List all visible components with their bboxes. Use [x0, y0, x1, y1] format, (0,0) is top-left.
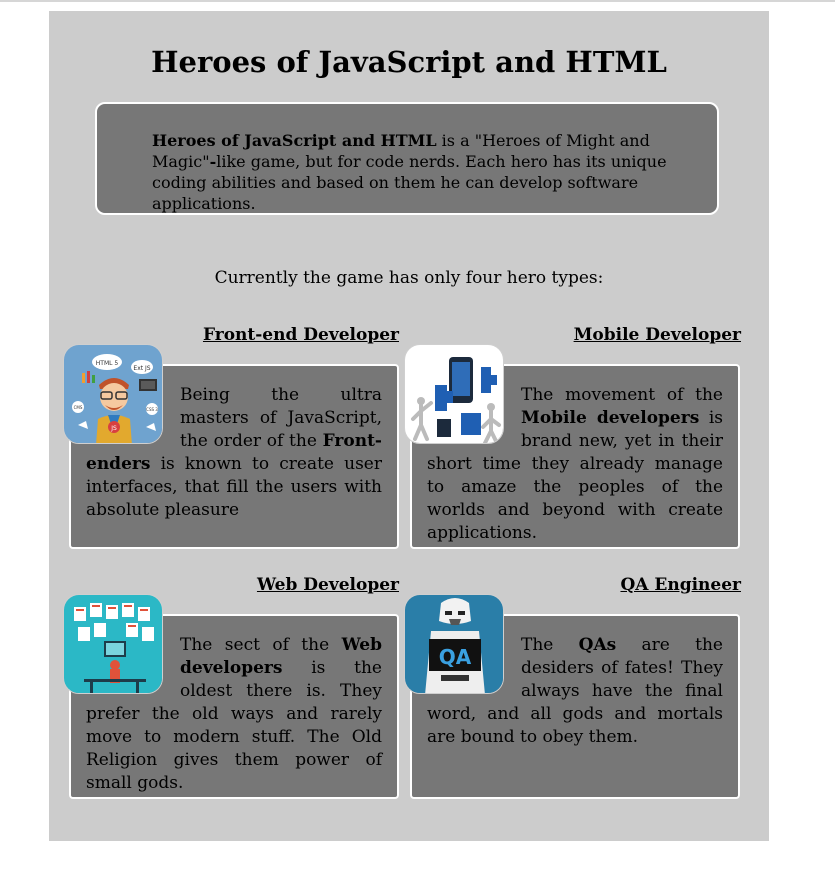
hero-heading-qa: QA Engineer: [620, 575, 741, 595]
hero-bold-qa: QAs: [578, 635, 617, 655]
hero-bold-mobile: Mobile developers: [521, 408, 700, 428]
intro-text: Heroes of JavaScript and HTML is a "Hero…: [152, 130, 672, 214]
qa-engineer-avatar-icon: QA: [404, 594, 504, 694]
svg-text:Ext JS: Ext JS: [133, 365, 150, 372]
svg-text:CMS: CMS: [74, 405, 83, 410]
top-border: [0, 0, 835, 2]
hero-heading-front-end: Front-end Developer: [202, 325, 399, 345]
front-end-developer-avatar-icon: HTML 5 Ext JS CMS CSS 3 JS: [63, 344, 163, 444]
svg-text:JS: JS: [110, 425, 117, 432]
intro-box: Heroes of JavaScript and HTML is a "Hero…: [95, 102, 719, 215]
page-wrapper: Heroes of JavaScript and HTML Heroes of …: [49, 11, 769, 841]
web-developer-avatar-icon: [63, 594, 163, 694]
intro-bold-title: Heroes of JavaScript and HTML: [152, 131, 437, 150]
hero-heading-web: Web Developer: [256, 575, 399, 595]
svg-text:HTML 5: HTML 5: [96, 360, 119, 367]
intro-text-part2: like game, but for code nerds. Each hero…: [152, 152, 667, 213]
page-title: Heroes of JavaScript and HTML: [151, 45, 667, 79]
mobile-developer-avatar-icon: [404, 344, 504, 444]
hero-heading-mobile: Mobile Developer: [573, 325, 741, 345]
hero-types-subtitle: Currently the game has only four hero ty…: [214, 268, 604, 288]
svg-text:QA: QA: [439, 645, 472, 669]
svg-text:CSS 3: CSS 3: [146, 407, 158, 412]
